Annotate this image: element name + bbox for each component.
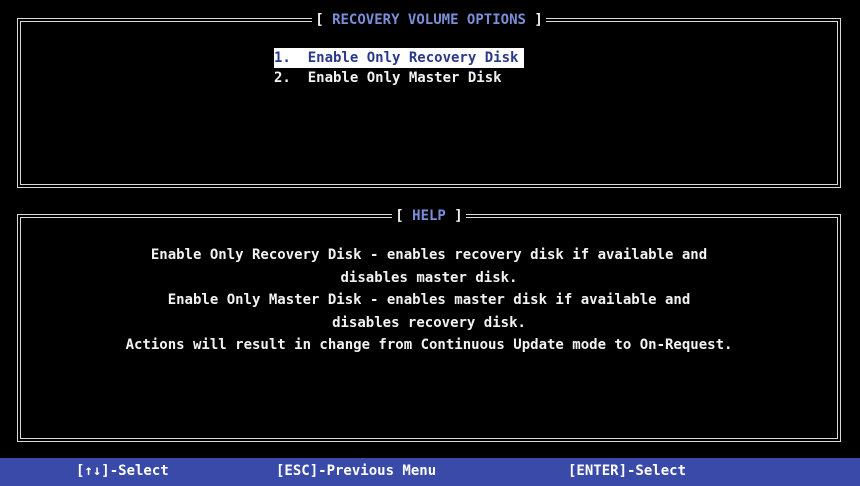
options-list: 1. Enable Only Recovery Disk 2. Enable O… — [274, 48, 525, 88]
help-line: Enable Only Master Disk - enables master… — [167, 292, 691, 308]
help-line: Enable Only Recovery Disk - enables reco… — [150, 247, 708, 263]
title-close-bracket: ] — [534, 12, 543, 28]
title-open-bracket: [ — [315, 12, 324, 28]
enter-select-hint[interactable]: [ENTER]-Select — [568, 463, 686, 479]
help-panel-title-bar: [ HELP ] — [21, 207, 837, 225]
option-enable-only-recovery-disk[interactable]: 1. Enable Only Recovery Disk — [274, 48, 525, 68]
option-enable-only-master-disk[interactable]: 2. Enable Only Master Disk — [274, 68, 524, 88]
help-title-open-bracket: [ — [395, 208, 404, 224]
options-panel-title-text: RECOVERY VOLUME OPTIONS — [332, 12, 526, 28]
help-line: disables recovery disk. — [332, 314, 526, 331]
help-panel-title-text: HELP — [412, 208, 446, 224]
help-panel: [ HELP ] Enable Only Recovery Disk - ena… — [17, 207, 841, 442]
help-line: disables master disk. — [340, 269, 518, 286]
recovery-volume-options-panel: [ RECOVERY VOLUME OPTIONS ] 1. Enable On… — [17, 11, 841, 188]
esc-previous-menu-hint[interactable]: [ESC]-Previous Menu — [276, 463, 436, 479]
help-panel-title: [ HELP ] — [392, 207, 466, 225]
arrows-select-hint[interactable]: [↑↓]-Select — [76, 463, 169, 479]
options-panel-title: [ RECOVERY VOLUME OPTIONS ] — [312, 11, 546, 29]
help-line: Actions will result in change from Conti… — [125, 337, 733, 353]
options-panel-title-bar: [ RECOVERY VOLUME OPTIONS ] — [21, 11, 837, 29]
key-hint-footer: [↑↓]-Select [ESC]-Previous Menu [ENTER]-… — [0, 458, 860, 486]
help-title-close-bracket: ] — [454, 208, 463, 224]
help-text: Enable Only Recovery Disk - enables reco… — [21, 244, 837, 357]
